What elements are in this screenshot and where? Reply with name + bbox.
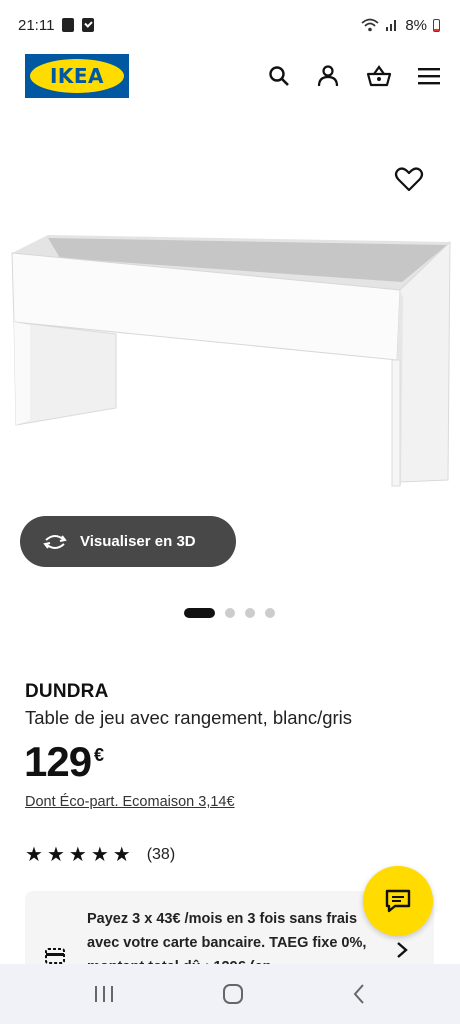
header: IKEA <box>0 50 460 102</box>
star-icon: ★ <box>112 844 131 866</box>
signal-icon <box>386 20 397 31</box>
view-in-3d-label: Visualiser en 3D <box>80 533 196 550</box>
wifi-icon <box>361 18 379 32</box>
menu-icon[interactable] <box>418 67 440 85</box>
chat-icon <box>385 889 411 913</box>
review-count: (38) <box>146 846 176 863</box>
search-icon[interactable] <box>268 65 290 87</box>
star-icon: ★ <box>46 844 65 866</box>
chevron-right-icon <box>397 942 408 958</box>
battery-icon <box>433 18 440 32</box>
home-icon[interactable] <box>222 983 244 1005</box>
rotate-3d-icon <box>43 534 67 549</box>
product-name: DUNDRA <box>25 681 109 702</box>
logo-text: IKEA <box>30 59 124 93</box>
carousel-indicator <box>184 608 275 618</box>
account-icon[interactable] <box>316 64 340 88</box>
basket-icon[interactable] <box>366 64 392 88</box>
product-price: 129 <box>24 738 92 785</box>
checkbox-icon <box>82 18 95 32</box>
star-icon: ★ <box>68 844 87 866</box>
star-icon: ★ <box>90 844 109 866</box>
carousel-dot[interactable] <box>265 608 275 618</box>
rating[interactable]: ★ ★ ★ ★ ★ (38) <box>25 845 175 865</box>
price-currency: € <box>94 745 105 765</box>
alert-icon <box>62 18 75 32</box>
chat-button[interactable] <box>363 866 433 936</box>
system-nav-bar <box>0 964 460 1024</box>
battery-percent: 8% <box>405 16 427 34</box>
product-description: Table de jeu avec rangement, blanc/gris <box>25 707 353 728</box>
carousel-dot[interactable] <box>225 608 235 618</box>
star-icon: ★ <box>25 844 43 866</box>
view-in-3d-button[interactable]: Visualiser en 3D <box>20 516 236 567</box>
product-image[interactable] <box>0 150 460 500</box>
back-icon[interactable] <box>351 983 367 1005</box>
eco-part-link[interactable]: Dont Éco-part. Ecomaison 3,14€ <box>25 794 235 810</box>
recent-apps-icon[interactable] <box>93 984 115 1004</box>
heart-icon[interactable] <box>394 164 424 194</box>
ikea-logo[interactable]: IKEA <box>25 54 129 98</box>
status-bar: 21:11 8% <box>0 0 460 50</box>
status-time: 21:11 <box>18 16 55 34</box>
carousel-dot-active[interactable] <box>184 608 215 618</box>
carousel-dot[interactable] <box>245 608 255 618</box>
